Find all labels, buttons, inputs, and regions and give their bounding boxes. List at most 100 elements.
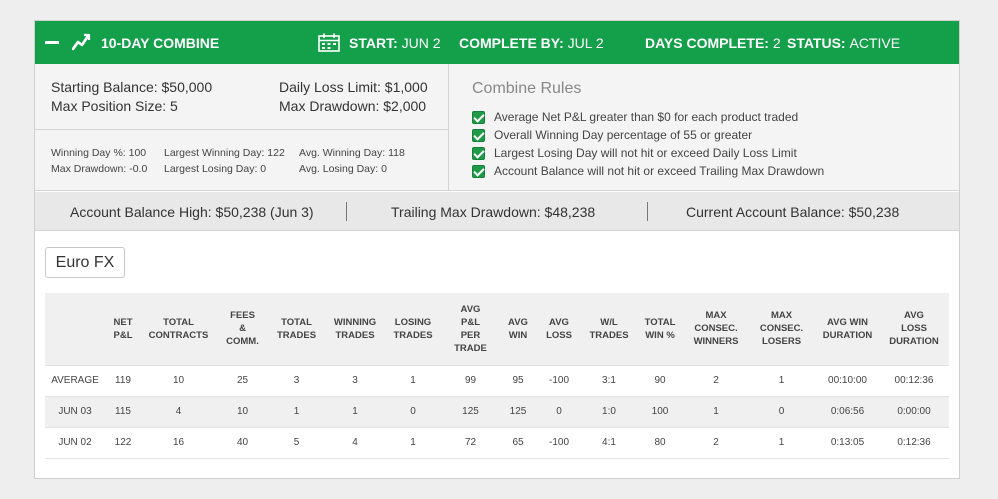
days-label: DAYS COMPLETE:	[645, 34, 769, 51]
column-header: W/L TRADES	[583, 293, 635, 365]
combine-title: 10-DAY COMBINE	[101, 34, 220, 51]
table-cell: 16	[141, 426, 216, 459]
rule-text: Largest Losing Day will not hit or excee…	[494, 146, 797, 160]
complete-by: COMPLETE BY: JUL 2	[459, 21, 604, 64]
table-cell: 0:12:36	[879, 426, 949, 459]
column-header-line: AVG	[549, 316, 569, 328]
column-header-line: TRADES	[393, 329, 433, 341]
column-header: AVG P&L PER TRADE	[440, 293, 501, 365]
column-header: TOTAL CONTRACTS	[141, 293, 216, 365]
row-label: JUN 03	[45, 395, 105, 427]
checkbox-checked-icon	[472, 146, 485, 160]
column-header-line: P&L	[461, 316, 480, 328]
table-cell: 0:00:00	[879, 395, 949, 427]
trade-stats-table: NET P&L TOTAL CONTRACTS FEES & COMM. TOTAL TRADE…	[45, 293, 949, 459]
table-cell: 72	[440, 426, 501, 459]
column-header: AVG LOSS	[535, 293, 583, 365]
table-cell: -100	[535, 426, 583, 459]
rule-item: Overall Winning Day percentage of 55 or …	[472, 127, 752, 143]
table-cell: 3:1	[583, 364, 635, 396]
column-header: WINNING TRADES	[324, 293, 386, 365]
column-header-line: NET	[113, 316, 133, 328]
table-cell: 3	[269, 364, 324, 396]
table-cell: 4	[324, 426, 386, 459]
table-cell: 122	[105, 426, 141, 459]
rule-text: Average Net P&L greater than $0 for each…	[494, 110, 799, 124]
column-header-line: P&L	[113, 329, 133, 341]
column-header-line: LOSS	[901, 323, 927, 335]
status-value: ACTIVE	[849, 34, 901, 51]
table-cell: 1	[324, 395, 386, 427]
account-stats: Starting Balance: $50,000 Max Position S…	[35, 64, 449, 191]
column-header-line: TRADES	[276, 329, 317, 341]
column-header-line: AVG	[904, 310, 924, 322]
minus-icon[interactable]	[45, 41, 59, 44]
column-header-line: LOSING	[394, 316, 432, 328]
divider	[346, 202, 347, 221]
table-cell: 0	[535, 395, 583, 427]
table-body: AVERAGE 119 10 25 3 3 1 99 95 -100 3:1 90 2 1 00:10:00…	[45, 364, 949, 459]
largest-winning-day: Largest Winning Day: 122	[164, 147, 285, 159]
column-header: NET P&L	[105, 293, 141, 365]
column-header-line: WIN	[508, 329, 528, 341]
days-value: 2	[772, 34, 781, 51]
table-cell: 3	[324, 364, 386, 396]
table-cell: 25	[216, 364, 269, 396]
column-header-line: DURATION	[822, 329, 873, 341]
table-cell: 99	[440, 364, 501, 396]
column-header: TOTAL WIN %	[635, 293, 685, 365]
table-cell: -100	[535, 364, 583, 396]
table-cell: 125	[501, 395, 535, 427]
column-header: MAX CONSEC. WINNERS	[685, 293, 747, 365]
start-date: START: JUN 2	[349, 21, 441, 64]
column-header: FEES & COMM.	[216, 293, 269, 365]
status: STATUS: ACTIVE	[787, 21, 900, 64]
table-cell: 1	[386, 364, 440, 396]
table-cell: 5	[269, 426, 324, 459]
avg-losing-day: Avg. Losing Day: 0	[299, 163, 387, 175]
table-cell: 1	[269, 395, 324, 427]
table-cell: 80	[635, 426, 685, 459]
table-cell: 95	[501, 364, 535, 396]
column-header-line: WINNERS	[693, 336, 739, 348]
table-cell: 0	[747, 395, 816, 427]
table-cell: 0	[386, 395, 440, 427]
table-cell: 4:1	[583, 426, 635, 459]
table-cell: 2	[685, 364, 747, 396]
column-header-line: COMM.	[226, 336, 259, 348]
row-label: JUN 02	[45, 426, 105, 459]
table-cell: 4	[141, 395, 216, 427]
column-header-line: FEES	[230, 310, 255, 322]
table-row: JUN 03 115 4 10 1 1 0 125 125 0 1:0 100 1 0 0:06:56 0:0…	[45, 395, 949, 427]
starting-balance: Starting Balance: $50,000	[51, 79, 213, 95]
table-cell: 100	[635, 395, 685, 427]
column-header-line: TOTAL	[163, 316, 194, 328]
table-row: JUN 02 122 16 40 5 4 1 72 65 -100 4:1 80 2 1 0:13:05 0:…	[45, 426, 949, 459]
table-cell: 1	[386, 426, 440, 459]
column-header-line: TRADE	[454, 342, 487, 354]
column-header-line: TOTAL	[281, 316, 312, 328]
column-header-line: AVG WIN	[827, 316, 868, 328]
max-drawdown: Max Drawdown: $2,000	[279, 98, 427, 114]
table-cell: 0:06:56	[816, 395, 879, 427]
column-header-line: TRADES	[589, 329, 629, 341]
column-header: AVG WIN	[501, 293, 535, 365]
table-cell: 125	[440, 395, 501, 427]
column-header-line: TOTAL	[644, 316, 676, 328]
table-cell: 1	[685, 395, 747, 427]
column-header-line: MAX	[770, 310, 793, 322]
status-label: STATUS:	[787, 34, 846, 51]
table-cell: 10	[216, 395, 269, 427]
column-header-line: DURATION	[889, 336, 939, 348]
table-cell: 90	[635, 364, 685, 396]
product-tab-euro-fx[interactable]: Euro FX	[45, 247, 125, 278]
table-cell: 1:0	[583, 395, 635, 427]
table-cell: 0:13:05	[816, 426, 879, 459]
table-cell: 00:12:36	[879, 364, 949, 396]
avg-winning-day: Avg. Winning Day: 118	[299, 147, 405, 159]
account-limits: Starting Balance: $50,000 Max Position S…	[35, 64, 449, 130]
checkbox-checked-icon	[472, 128, 485, 142]
table-cell: 1	[747, 426, 816, 459]
column-header-line: CONSEC.	[759, 323, 804, 335]
column-header: TOTAL TRADES	[269, 293, 324, 365]
